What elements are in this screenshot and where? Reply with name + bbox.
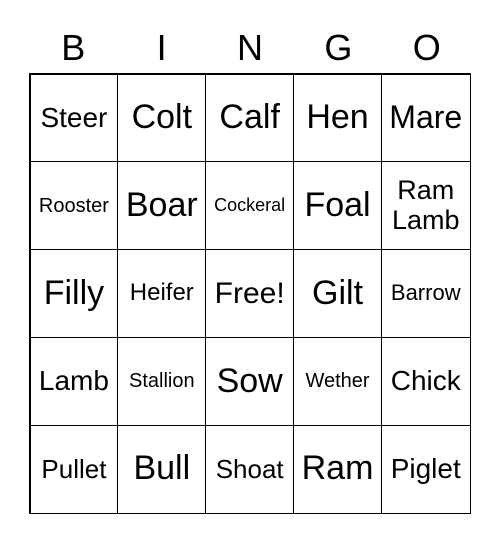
bingo-cell: Lamb <box>29 336 119 426</box>
bingo-cell: Pullet <box>29 424 119 514</box>
header-letter-n: N <box>236 27 263 68</box>
bingo-cell: Steer <box>29 73 119 163</box>
bingo-cell: Free! <box>205 249 295 338</box>
bingo-cell: Stallion <box>117 336 207 426</box>
bingo-header: B I N G O <box>29 28 471 68</box>
bingo-cell: Barrow <box>380 249 471 338</box>
bingo-cell: Colt <box>117 73 207 163</box>
bingo-grid: Steer Colt Calf Hen Mare Rooster Boar Cockeral F… <box>29 73 471 514</box>
bingo-cell: Sow <box>205 336 295 426</box>
bingo-cell: Shoat <box>205 424 295 514</box>
bingo-cell: Filly <box>29 249 119 338</box>
bingo-cell: Rooster <box>29 161 119 251</box>
bingo-cell: Wether <box>293 336 382 426</box>
bingo-cell: Cockeral <box>205 161 295 251</box>
bingo-cell: Ram Lamb <box>380 161 471 251</box>
header-letter-b: B <box>61 27 86 68</box>
bingo-cell: Boar <box>117 161 207 251</box>
header-letter-i: I <box>156 27 167 68</box>
bingo-cell: Mare <box>380 73 471 163</box>
bingo-cell: Ram <box>293 424 382 514</box>
bingo-cell: Heifer <box>117 249 207 338</box>
bingo-cell: Chick <box>380 336 471 426</box>
header-letter-o: O <box>412 27 441 68</box>
bingo-cell: Calf <box>205 73 295 163</box>
bingo-cell: Gilt <box>293 249 382 338</box>
header-letter-g: G <box>324 27 353 68</box>
bingo-cell: Hen <box>293 73 382 163</box>
bingo-cell: Piglet <box>380 424 471 514</box>
bingo-cell: Foal <box>293 161 382 251</box>
bingo-cell: Bull <box>117 424 207 514</box>
